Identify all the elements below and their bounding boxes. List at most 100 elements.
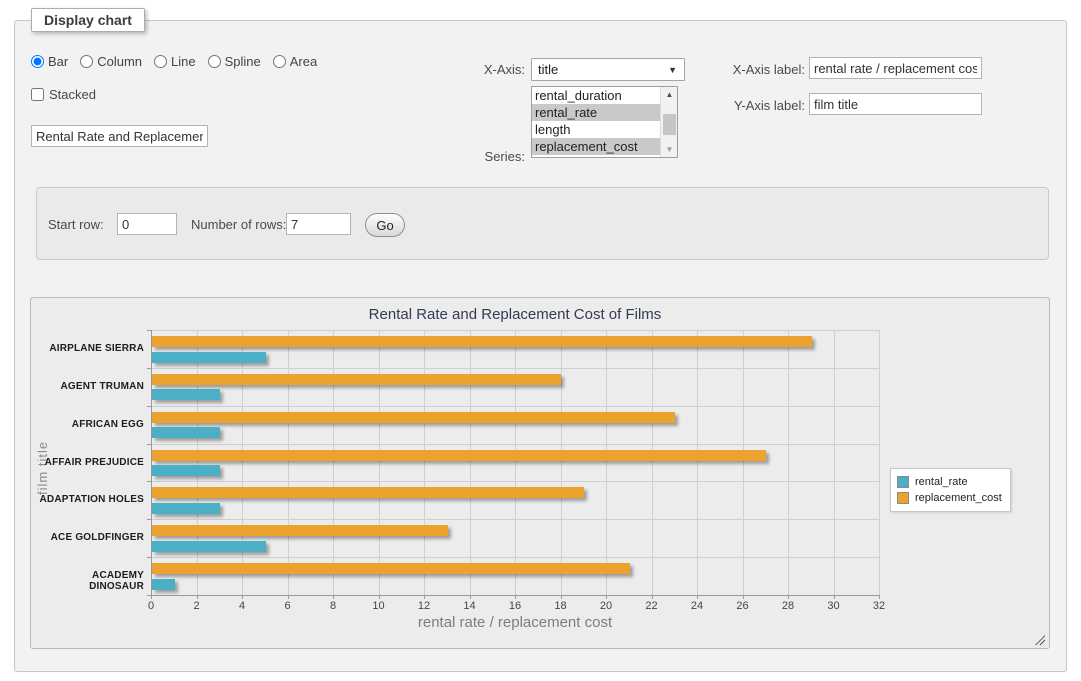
chart-title-input[interactable] bbox=[31, 125, 208, 147]
legend-label: replacement_cost bbox=[915, 492, 1002, 504]
radio-bar-label[interactable]: Bar bbox=[48, 54, 68, 69]
x-tick-label: 12 bbox=[409, 600, 439, 612]
bar-rental_rate bbox=[152, 579, 175, 590]
x-tick-label: 10 bbox=[364, 600, 394, 612]
gridline-vertical bbox=[561, 330, 562, 595]
gridline-vertical bbox=[242, 330, 243, 595]
gridline-horizontal bbox=[151, 368, 879, 369]
scroll-up-icon[interactable]: ▲ bbox=[661, 87, 678, 102]
x-axis-caption: X-Axis: bbox=[445, 62, 525, 77]
radio-spline-label[interactable]: Spline bbox=[225, 54, 261, 69]
x-axis-selected-value: title bbox=[538, 62, 558, 77]
x-tick-mark bbox=[879, 595, 880, 599]
row-controls-panel: Start row: Number of rows: Go bbox=[36, 187, 1049, 260]
x-axis-label-input[interactable] bbox=[809, 57, 982, 79]
chart-type-radio-group: Bar Column Line Spline Area bbox=[31, 54, 325, 69]
num-rows-input[interactable] bbox=[286, 213, 351, 235]
legend-label: rental_rate bbox=[915, 476, 968, 488]
radio-line[interactable] bbox=[154, 55, 167, 68]
gridline-horizontal bbox=[151, 444, 879, 445]
bar-replacement_cost bbox=[152, 563, 630, 574]
gridline-horizontal bbox=[151, 519, 879, 520]
x-tick-label: 14 bbox=[455, 600, 485, 612]
gridline-vertical bbox=[697, 330, 698, 595]
bar-rental_rate bbox=[152, 541, 266, 552]
bar-rental_rate bbox=[152, 389, 220, 400]
x-tick-label: 26 bbox=[728, 600, 758, 612]
radio-line-label[interactable]: Line bbox=[171, 54, 196, 69]
x-tick-label: 22 bbox=[637, 600, 667, 612]
fieldset-legend: Display chart bbox=[31, 8, 145, 32]
chart-legend: rental_rate replacement_cost bbox=[890, 468, 1011, 512]
bar-replacement_cost bbox=[152, 374, 561, 385]
series-option-rental_duration[interactable]: rental_duration bbox=[532, 87, 677, 104]
x-tick-label: 24 bbox=[682, 600, 712, 612]
resize-grip-icon[interactable] bbox=[1035, 635, 1045, 645]
start-row-input[interactable] bbox=[117, 213, 177, 235]
y-axis-label-input[interactable] bbox=[809, 93, 982, 115]
radio-bar[interactable] bbox=[31, 55, 44, 68]
radio-column-label[interactable]: Column bbox=[97, 54, 142, 69]
series-options-container: rental_durationrental_ratelengthreplacem… bbox=[532, 87, 677, 155]
legend-swatch-replacement_cost bbox=[897, 492, 909, 504]
category-label: ACADEMY DINOSAUR bbox=[39, 570, 144, 592]
category-label: ADAPTATION HOLES bbox=[39, 494, 144, 505]
gridline-horizontal bbox=[151, 406, 879, 407]
legend-item-replacement_cost: replacement_cost bbox=[897, 490, 1002, 506]
bar-rental_rate bbox=[152, 427, 220, 438]
x-tick-label: 4 bbox=[227, 600, 257, 612]
gridline-vertical bbox=[333, 330, 334, 595]
gridline-vertical bbox=[652, 330, 653, 595]
x-tick-label: 8 bbox=[318, 600, 348, 612]
x-tick-label: 6 bbox=[273, 600, 303, 612]
legend-swatch-rental_rate bbox=[897, 476, 909, 488]
series-option-length[interactable]: length bbox=[532, 121, 677, 138]
x-tick-label: 20 bbox=[591, 600, 621, 612]
gridline-vertical bbox=[743, 330, 744, 595]
scrollbar-thumb[interactable] bbox=[663, 114, 676, 135]
bar-rental_rate bbox=[152, 465, 220, 476]
series-option-replacement_cost[interactable]: replacement_cost bbox=[532, 138, 677, 155]
category-label: AFFAIR PREJUDICE bbox=[39, 457, 144, 468]
radio-spline[interactable] bbox=[208, 55, 221, 68]
category-label: AFRICAN EGG bbox=[39, 419, 144, 430]
scroll-down-icon[interactable]: ▼ bbox=[661, 142, 678, 157]
bar-rental_rate bbox=[152, 352, 266, 363]
bar-replacement_cost bbox=[152, 525, 448, 536]
stacked-checkbox[interactable] bbox=[31, 88, 44, 101]
bar-rental_rate bbox=[152, 503, 220, 514]
gridline-vertical bbox=[424, 330, 425, 595]
gridline-vertical bbox=[879, 330, 880, 595]
bar-replacement_cost bbox=[152, 487, 584, 498]
x-tick-label: 30 bbox=[819, 600, 849, 612]
stacked-label[interactable]: Stacked bbox=[49, 87, 96, 102]
chart-x-axis-title: rental rate / replacement cost bbox=[151, 614, 879, 631]
x-tick-label: 0 bbox=[136, 600, 166, 612]
stacked-checkbox-row: Stacked bbox=[31, 87, 96, 102]
gridline-vertical bbox=[470, 330, 471, 595]
x-tick-label: 16 bbox=[500, 600, 530, 612]
go-button[interactable]: Go bbox=[365, 213, 405, 237]
radio-area-label[interactable]: Area bbox=[290, 54, 317, 69]
series-option-rental_rate[interactable]: rental_rate bbox=[532, 104, 677, 121]
series-multiselect[interactable]: rental_durationrental_ratelengthreplacem… bbox=[531, 86, 678, 158]
legend-item-rental_rate: rental_rate bbox=[897, 474, 1002, 490]
bar-replacement_cost bbox=[152, 336, 812, 347]
radio-column[interactable] bbox=[80, 55, 93, 68]
display-chart-fieldset: Display chart Bar Column Line Spline Are… bbox=[14, 20, 1067, 672]
series-list-scrollbar[interactable]: ▲ ▼ bbox=[660, 87, 677, 157]
x-tick-label: 2 bbox=[182, 600, 212, 612]
x-axis-select[interactable]: title ▼ bbox=[531, 58, 685, 81]
gridline-vertical bbox=[288, 330, 289, 595]
gridline-vertical bbox=[515, 330, 516, 595]
gridline-vertical bbox=[834, 330, 835, 595]
category-label: AIRPLANE SIERRA bbox=[39, 343, 144, 354]
chevron-down-icon: ▼ bbox=[668, 65, 677, 75]
x-axis-line bbox=[151, 595, 879, 596]
radio-area[interactable] bbox=[273, 55, 286, 68]
plot-area: 02468101214161820222426283032AIRPLANE SI… bbox=[151, 330, 879, 595]
x-tick-label: 18 bbox=[546, 600, 576, 612]
bar-replacement_cost bbox=[152, 412, 675, 423]
start-row-caption: Start row: bbox=[48, 217, 104, 232]
category-label: AGENT TRUMAN bbox=[39, 381, 144, 392]
